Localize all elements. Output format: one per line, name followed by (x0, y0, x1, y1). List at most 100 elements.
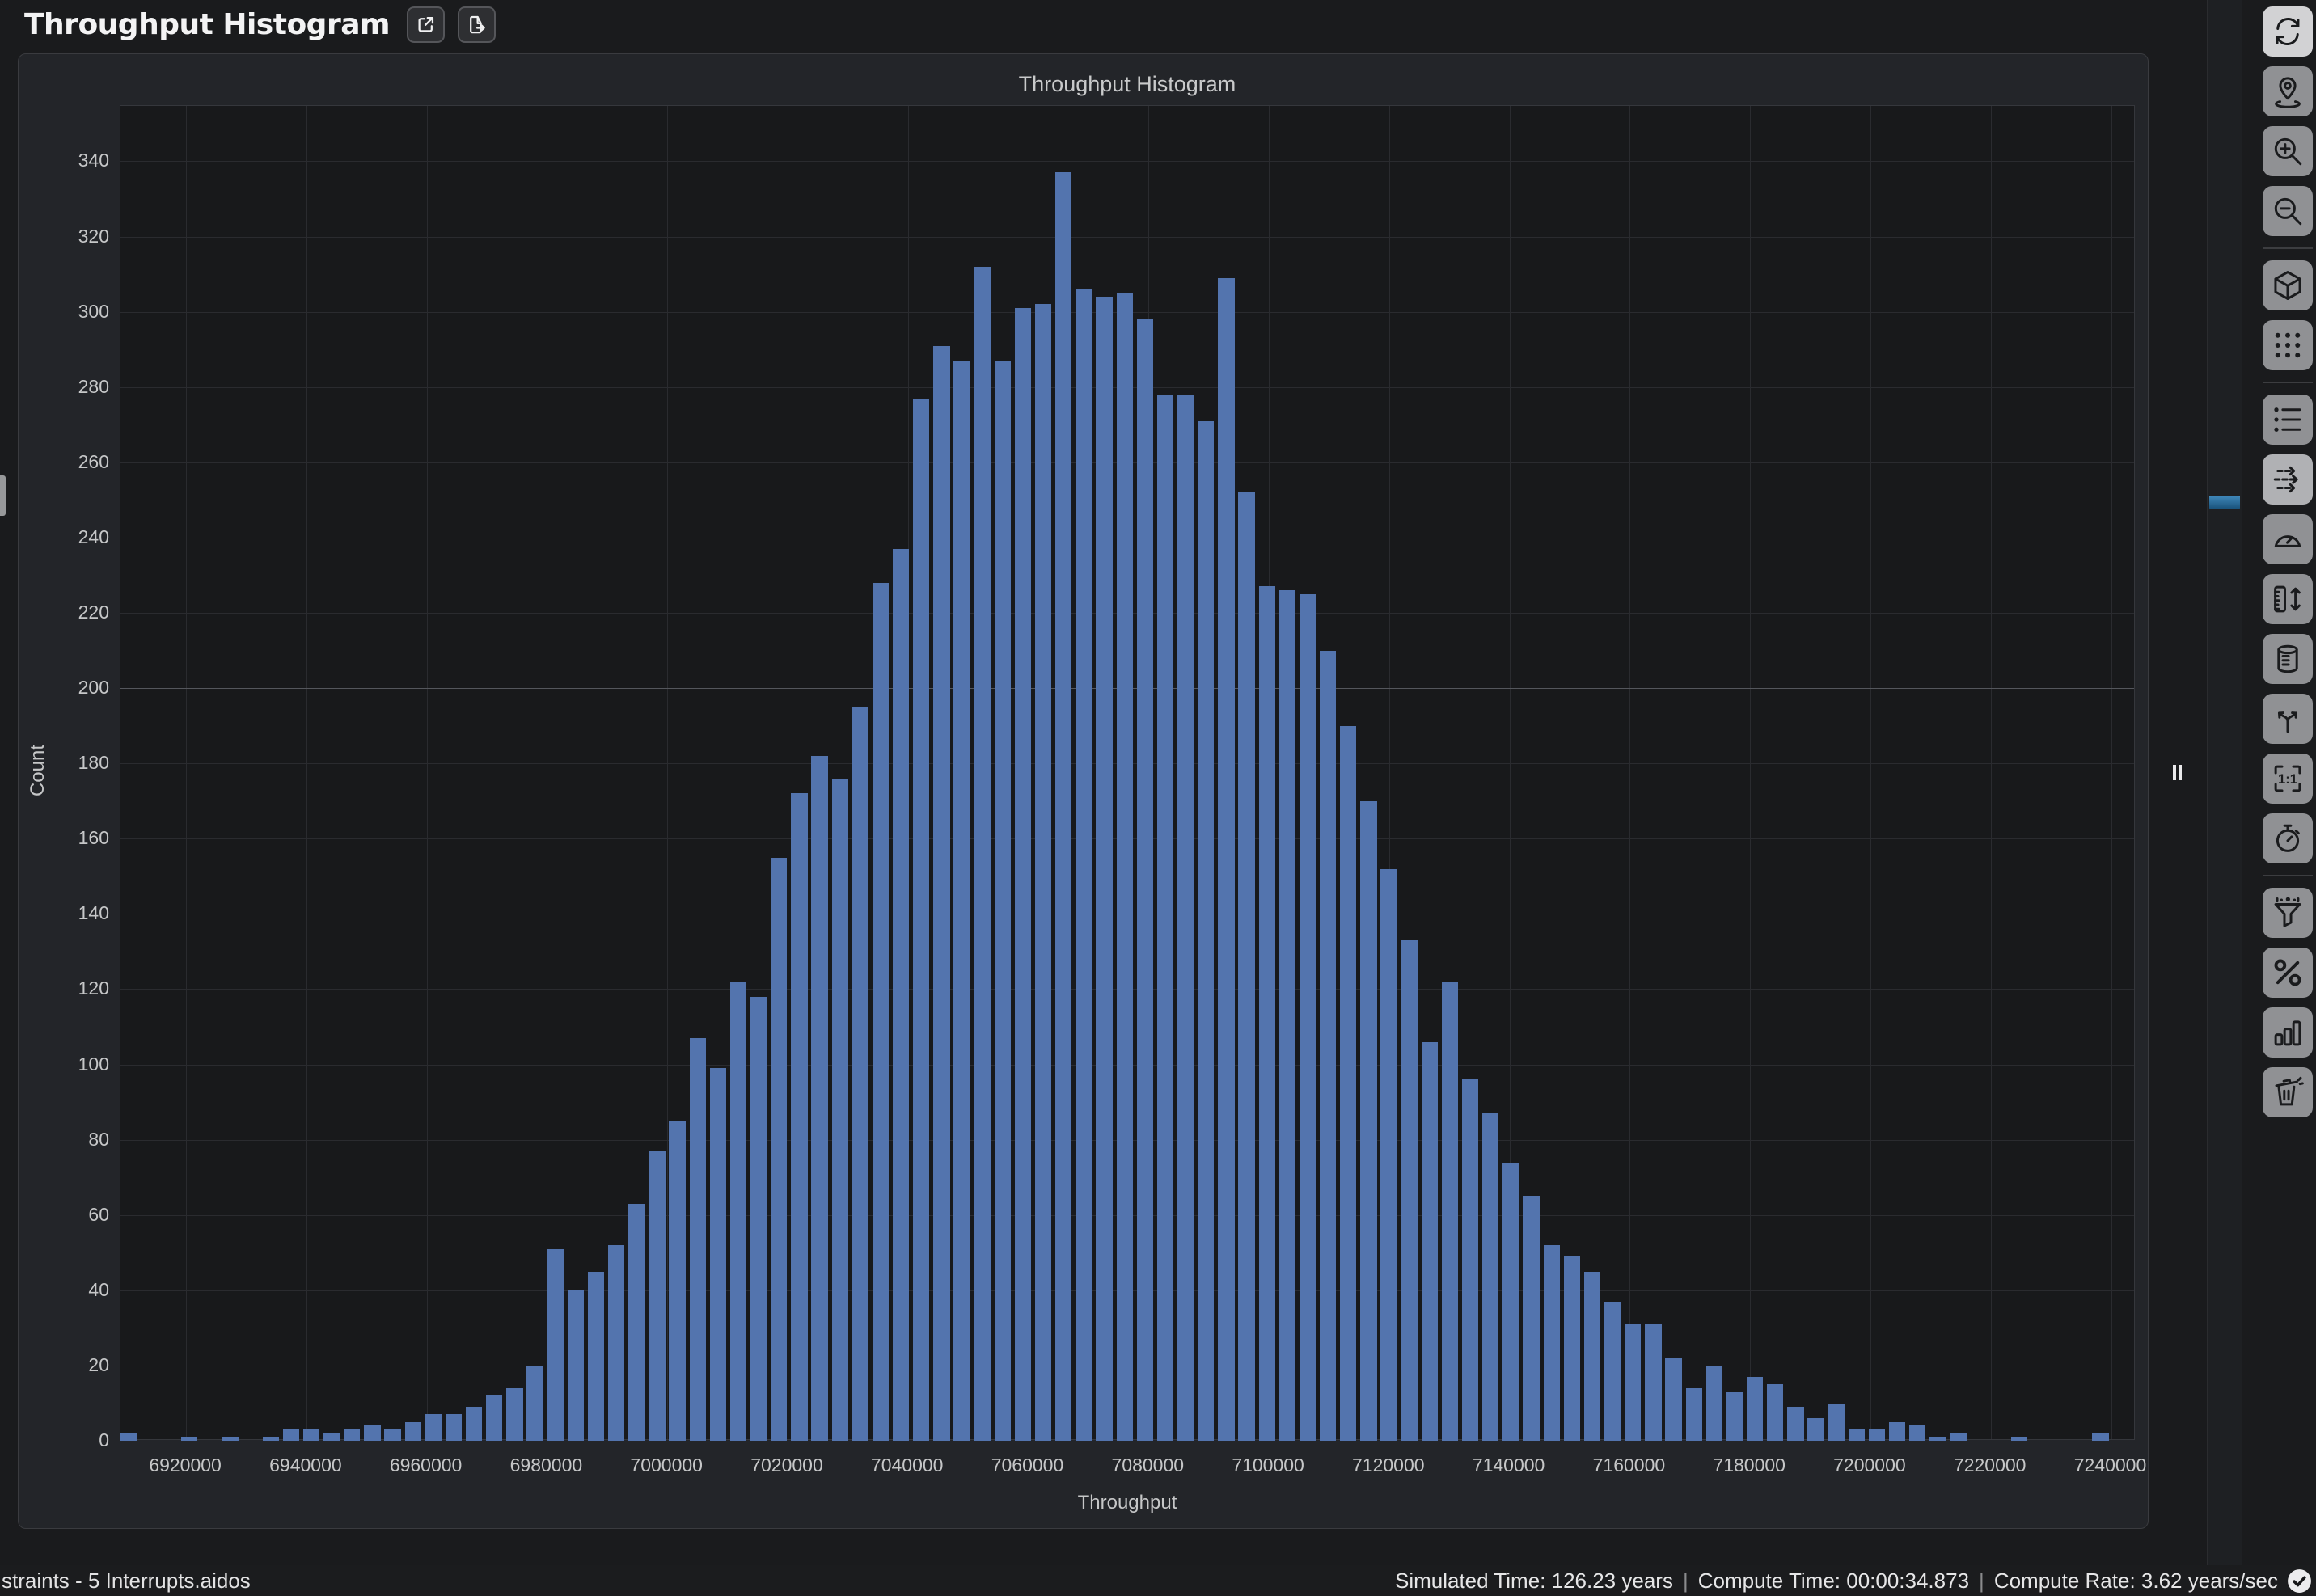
data-log-button[interactable] (2263, 634, 2313, 684)
histogram-bar (323, 1433, 340, 1441)
percent-button[interactable] (2263, 948, 2313, 998)
sync-button[interactable] (2263, 6, 2313, 57)
histogram-bar (1198, 421, 1214, 1441)
histogram-bar (588, 1272, 604, 1442)
histogram-bar (506, 1388, 522, 1441)
x-tick-label: 6960000 (357, 1455, 495, 1476)
histogram-bar (1177, 395, 1194, 1441)
histogram-bar (120, 1433, 137, 1441)
histogram-bar (730, 982, 746, 1441)
stopwatch-icon (2271, 821, 2305, 855)
histogram-bar (425, 1414, 442, 1441)
histogram-bar (303, 1429, 319, 1441)
chart-panel: Throughput Histogram 0204060801001201401… (18, 53, 2149, 1529)
toolbar-divider (2263, 875, 2313, 876)
histogram-bar (1889, 1422, 1905, 1441)
x-gridline (306, 106, 307, 1439)
percent-icon (2271, 956, 2305, 990)
branch-button[interactable] (2263, 694, 2313, 744)
histogram-bar (1706, 1366, 1722, 1441)
x-tick-label: 7200000 (1801, 1455, 1938, 1476)
histogram-bar (1076, 289, 1092, 1441)
flow-arrows-button[interactable] (2263, 454, 2313, 505)
vertical-scrollbar-thumb[interactable] (2209, 496, 2240, 509)
histogram-bar (1157, 395, 1173, 1441)
panel-resize-handle[interactable] (0, 475, 6, 516)
histogram-bar (852, 707, 868, 1441)
gauge-button[interactable] (2263, 514, 2313, 564)
histogram-bar (1259, 586, 1275, 1441)
histogram-plot-area[interactable] (120, 105, 2135, 1440)
x-tick-label: 7220000 (1921, 1455, 2059, 1476)
y-tick-label: 320 (19, 226, 109, 247)
histogram-bar (263, 1437, 279, 1441)
histogram-bar (995, 361, 1011, 1441)
one-to-one-button[interactable]: 1:1 (2263, 754, 2313, 804)
location-pin-icon (2271, 74, 2305, 108)
list-button[interactable] (2263, 395, 2313, 445)
grid-dots-button[interactable] (2263, 320, 2313, 370)
x-tick-label: 7100000 (1199, 1455, 1337, 1476)
trash-button[interactable] (2263, 1067, 2313, 1117)
filter-funnel-button[interactable] (2263, 888, 2313, 938)
histogram-bar (1422, 1042, 1438, 1441)
histogram-bar (1645, 1324, 1661, 1441)
branch-icon (2271, 702, 2305, 736)
histogram-bar (1828, 1404, 1845, 1442)
histogram-bar (1360, 801, 1376, 1441)
histogram-bar (832, 779, 848, 1441)
histogram-bar (1869, 1429, 1885, 1441)
histogram-bar (1462, 1079, 1478, 1441)
vertical-scrollbar-track[interactable] (2207, 0, 2242, 1565)
histogram-bar (1300, 594, 1316, 1441)
y-tick-label: 60 (19, 1204, 109, 1226)
histogram-bar (1442, 982, 1458, 1441)
y-tick-label: 80 (19, 1129, 109, 1151)
zoom-in-button[interactable] (2263, 126, 2313, 176)
bar-chart-button[interactable] (2263, 1007, 2313, 1058)
histogram-bar (486, 1395, 502, 1441)
histogram-bar (791, 793, 807, 1441)
histogram-bar (1849, 1429, 1865, 1441)
bar-chart-icon (2271, 1015, 2305, 1049)
zoom-out-button[interactable] (2263, 186, 2313, 236)
location-pin-button[interactable] (2263, 66, 2313, 116)
stopwatch-button[interactable] (2263, 813, 2313, 863)
histogram-bar (1929, 1437, 1946, 1441)
y-tick-label: 280 (19, 376, 109, 398)
y-tick-label: 240 (19, 526, 109, 548)
toolbar-divider (2263, 247, 2313, 249)
histogram-bar (1279, 590, 1295, 1441)
list-icon (2271, 403, 2305, 437)
y-tick-label: 100 (19, 1053, 109, 1075)
y-tick-label: 140 (19, 902, 109, 924)
histogram-bar (364, 1425, 380, 1441)
histogram-bar (953, 361, 970, 1441)
y-tick-label: 300 (19, 301, 109, 323)
x-axis-title: Throughput (120, 1492, 2135, 1514)
histogram-bar (1767, 1384, 1783, 1441)
histogram-bar (873, 583, 889, 1441)
histogram-bar (1523, 1196, 1539, 1441)
status-bar: straints - 5 Interrupts.aidos Simulated … (0, 1565, 2316, 1596)
histogram-bar (608, 1245, 624, 1441)
open-external-button[interactable] (407, 6, 445, 43)
histogram-bar (1544, 1245, 1560, 1441)
chart-title: Throughput Histogram (120, 72, 2135, 97)
export-button[interactable] (458, 6, 496, 43)
y-tick-label: 160 (19, 827, 109, 849)
sync-icon (2271, 15, 2305, 49)
y-tick-label: 260 (19, 451, 109, 473)
y-axis-title: Count (27, 720, 49, 821)
histogram-bar (974, 267, 991, 1441)
cube-button[interactable] (2263, 260, 2313, 310)
page-title: Throughput Histogram (24, 8, 390, 41)
side-toolbar: 1:1 (2263, 6, 2313, 1127)
export-file-icon (466, 14, 488, 36)
y-tick-label: 40 (19, 1279, 109, 1301)
ruler-vertical-button[interactable] (2263, 574, 2313, 624)
x-gridline (1991, 106, 1992, 1439)
zoom-out-icon (2271, 194, 2305, 228)
histogram-bar (2011, 1437, 2027, 1441)
flow-arrows-icon (2271, 462, 2305, 496)
